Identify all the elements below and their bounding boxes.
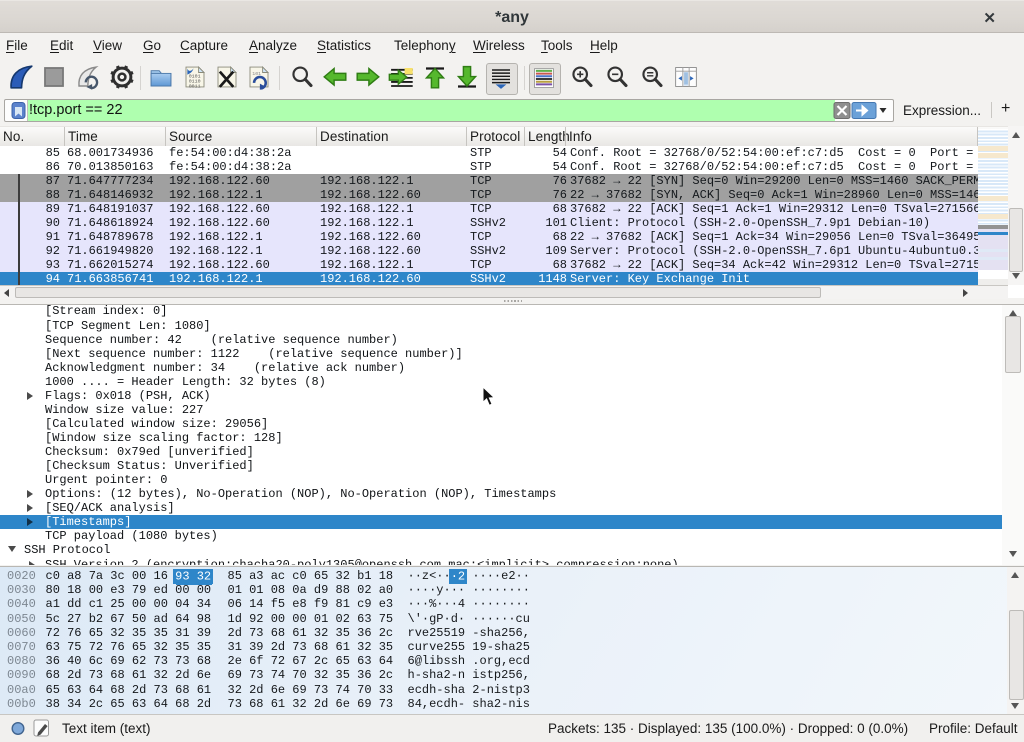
svg-text:0011: 0011 bbox=[189, 83, 201, 89]
